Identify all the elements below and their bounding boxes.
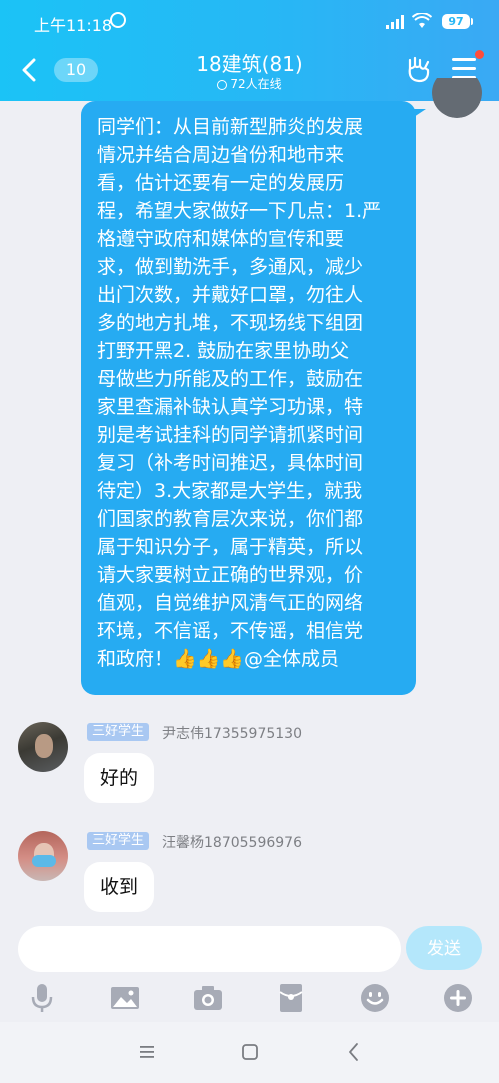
message-line: 请大家要树立正确的世界观，价 (97, 564, 364, 586)
message-line: 别是考试挂科的同学请抓紧时间 (97, 424, 364, 446)
message-line: 家里查漏补缺认真学习功课，特 (97, 396, 364, 418)
send-button[interactable]: 发送 (406, 926, 482, 970)
notification-dot (475, 50, 484, 59)
back-icon[interactable] (342, 1040, 366, 1064)
menu-button[interactable] (452, 50, 484, 80)
message-line: 情况并结合周边省份和地市来 (97, 144, 345, 166)
message-line: 们国家的教育层次来说，你们都 (97, 508, 364, 530)
message-line: 值观，自觉维护风清气正的网络 (97, 592, 364, 614)
avatar[interactable] (18, 831, 68, 881)
avatar[interactable] (18, 722, 68, 772)
message-line: 母做些力所能及的工作，鼓励在 (97, 368, 364, 390)
battery-icon: 97 (442, 14, 473, 29)
message-line: 格遵守政府和媒体的宣传和要 (97, 228, 345, 250)
member-title-badge: 三好学生 (87, 723, 150, 741)
status-bar: 上午11:18 97 (0, 0, 499, 44)
message-bubble[interactable]: 好的 (84, 753, 155, 803)
sender-name[interactable]: 汪馨杨18705596976 (162, 832, 302, 852)
message-line: 看，估计还要有一定的发展历 (97, 172, 345, 194)
sender-name[interactable]: 尹志伟17355975130 (162, 723, 302, 743)
top-bar: 上午11:18 97 10 18建筑(81) 72人在线 (0, 0, 499, 101)
message-bubble[interactable]: 收到 (84, 862, 155, 912)
message-line: 求，做到勤洗手，多通风，减少 (97, 256, 364, 278)
self-avatar[interactable] (432, 78, 482, 118)
image-icon[interactable] (107, 980, 143, 1016)
plus-icon[interactable] (440, 980, 476, 1016)
alarm-icon (110, 12, 126, 28)
message-line: 同学们：从目前新型肺炎的发展 (97, 116, 364, 138)
camera-icon[interactable] (190, 980, 226, 1016)
online-count: 72人在线 (230, 77, 282, 91)
message-line: 和政府！👍👍👍@全体成员 (97, 648, 339, 670)
message-line: 属于知识分子，属于精英，所以 (97, 536, 364, 558)
system-nav-bar (0, 1022, 499, 1083)
message-line: 出门次数，并戴好口罩，勿往人 (97, 284, 364, 306)
menu-icon (452, 58, 476, 61)
red-packet-icon[interactable] (273, 980, 309, 1016)
message-line: 打野开黑2. 鼓励在家里协助父 (97, 340, 350, 362)
emoji-icon[interactable] (357, 980, 393, 1016)
online-icon (217, 80, 228, 90)
message-line: 复习（补考时间推迟，具体时间 (97, 452, 364, 474)
recent-apps-icon[interactable] (135, 1040, 159, 1064)
wifi-icon (412, 13, 432, 28)
signal-icon (386, 15, 404, 29)
home-icon[interactable] (238, 1040, 262, 1064)
message-line: 待定）3.大家都是大学生，就我 (97, 480, 363, 502)
message-line: 环境，不信谣，不传谣，相信党 (97, 620, 364, 642)
self-message-bubble[interactable]: 同学们：从目前新型肺炎的发展 情况并结合周边省份和地市来 看，估计还要有一定的发… (81, 101, 426, 695)
gesture-icon[interactable] (404, 54, 434, 84)
status-time: 上午11:18 (34, 16, 113, 35)
message-line: 多的地方扎堆，不现场线下组团 (97, 312, 364, 334)
menu-icon-bar (452, 67, 476, 70)
input-bar: 发送 (0, 916, 499, 1022)
message-input[interactable] (18, 926, 401, 972)
message-line: 程，希望大家做好一下几点：1.严 (97, 200, 382, 222)
microphone-icon[interactable] (24, 980, 60, 1016)
member-title-badge: 三好学生 (87, 832, 150, 850)
toolbar (0, 980, 499, 1016)
